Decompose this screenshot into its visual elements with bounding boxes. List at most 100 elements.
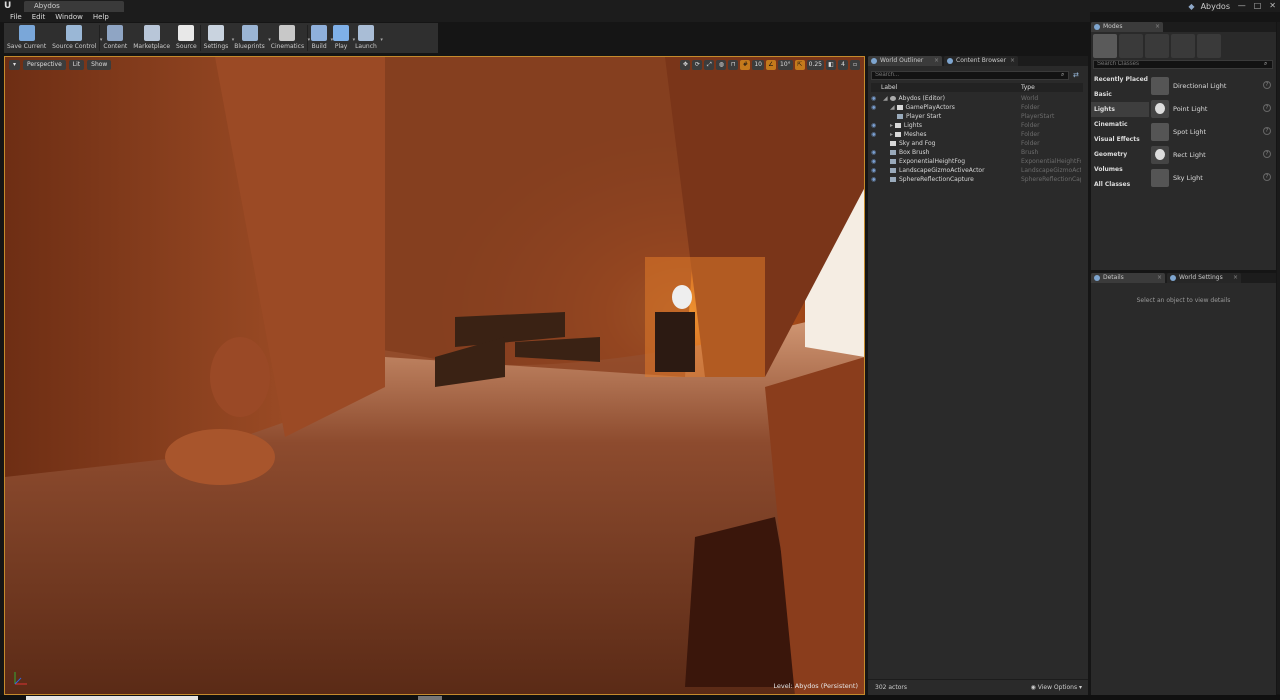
visibility-eye-icon[interactable] (871, 112, 879, 121)
chevron-down-icon[interactable]: ▾ (380, 37, 383, 43)
scale-snap-value[interactable]: 0.25 (806, 60, 824, 70)
level-tab[interactable]: Abydos (24, 1, 124, 12)
world-local-icon[interactable]: ◍ (716, 60, 727, 70)
source-control-button[interactable]: Source Control ▾ (49, 23, 102, 53)
maximize-button[interactable]: □ (1254, 0, 1262, 12)
scale-snap-toggle[interactable]: ⇱ (794, 60, 805, 70)
surface-snap-icon[interactable]: ⊓ (728, 60, 739, 70)
cinematics-button[interactable]: Cinematics ▾ (268, 23, 310, 53)
visibility-eye-icon[interactable]: ◉ (871, 130, 879, 139)
geometry-mode-icon[interactable] (1197, 34, 1221, 58)
category-volumes[interactable]: Volumes (1091, 162, 1149, 177)
menu-file[interactable]: File (10, 12, 22, 22)
foliage-mode-icon[interactable] (1171, 34, 1195, 58)
visibility-eye-icon[interactable]: ◉ (871, 148, 879, 157)
outliner-settings-icon[interactable]: ⇄ (1073, 71, 1081, 80)
grid-snap-toggle[interactable]: # (740, 60, 751, 70)
tab-details[interactable]: Details × (1091, 273, 1165, 283)
visibility-eye-icon[interactable]: ◉ (871, 121, 879, 130)
visibility-eye-icon[interactable]: ◉ (871, 103, 879, 112)
marketplace-button[interactable]: Marketplace (130, 23, 173, 53)
source-button[interactable]: Source (173, 23, 200, 53)
camera-speed-value[interactable]: 4 (838, 60, 848, 70)
category-basic[interactable]: Basic (1091, 87, 1149, 102)
menu-edit[interactable]: Edit (32, 12, 46, 22)
paint-mode-icon[interactable] (1119, 34, 1143, 58)
visibility-eye-icon[interactable]: ◉ (871, 157, 879, 166)
view-options-button[interactable]: ◉ View Options ▾ (1031, 680, 1082, 696)
column-type[interactable]: Type (1021, 83, 1035, 92)
tab-world-settings[interactable]: World Settings × (1167, 273, 1241, 283)
show-button[interactable]: Show (87, 60, 112, 70)
visibility-eye-icon[interactable]: ◉ (871, 94, 879, 103)
place-mode-icon[interactable] (1093, 34, 1117, 58)
help-icon[interactable]: ? (1263, 127, 1271, 135)
place-item-directional-light[interactable]: Directional Light? (1151, 74, 1273, 97)
tree-expand-icon[interactable]: ◢ (883, 95, 890, 102)
perspective-button[interactable]: Perspective (23, 60, 66, 70)
outliner-row[interactable]: ◉ ▸ Lights Folder (871, 121, 1083, 130)
close-tab-icon[interactable]: × (1233, 273, 1238, 283)
outliner-row[interactable]: ◉ SphereReflectionCapture SphereReflection… (871, 175, 1083, 184)
level-viewport[interactable]: ▾ Perspective Lit Show ✥ ⟳ ⤢ ◍ ⊓ # 10 ∠ … (4, 56, 865, 695)
visibility-eye-icon[interactable]: ◉ (871, 166, 879, 175)
column-label[interactable]: Label (871, 83, 1021, 92)
close-tab-icon[interactable]: × (1157, 273, 1162, 283)
viewport-menu-button[interactable]: ▾ (9, 60, 21, 70)
build-button[interactable]: Build ▾ (308, 23, 333, 53)
help-icon[interactable]: ? (1263, 104, 1271, 112)
outliner-row[interactable]: ◉ ▸ Meshes Folder (871, 130, 1083, 139)
outliner-row[interactable]: ◉ ExponentialHeightFog ExponentialHeightFo… (871, 157, 1083, 166)
category-recently-placed[interactable]: Recently Placed (1091, 72, 1149, 87)
scale-icon[interactable]: ⤢ (704, 60, 715, 70)
maximize-viewport-icon[interactable]: ▫ (850, 60, 860, 70)
camera-speed-icon[interactable]: ◧ (826, 60, 836, 70)
settings-button[interactable]: Settings ▾ (201, 23, 234, 53)
lit-button[interactable]: Lit (68, 60, 85, 70)
visibility-eye-icon[interactable] (871, 139, 879, 148)
tab-world-outliner[interactable]: World Outliner × (868, 56, 942, 66)
rotate-icon[interactable]: ⟳ (692, 60, 703, 70)
outliner-row[interactable]: ◉ Box Brush Brush (871, 148, 1083, 157)
category-visual-effects[interactable]: Visual Effects (1091, 132, 1149, 147)
landscape-mode-icon[interactable] (1145, 34, 1169, 58)
help-icon[interactable]: ? (1263, 150, 1271, 158)
category-cinematic[interactable]: Cinematic (1091, 117, 1149, 132)
close-tab-icon[interactable]: × (1010, 56, 1015, 66)
minimize-button[interactable]: — (1238, 0, 1246, 12)
content-button[interactable]: Content (100, 23, 130, 53)
launch-button[interactable]: Launch ▾ (352, 23, 383, 53)
outliner-row[interactable]: ◉ ◢ Abydos (Editor) World (871, 94, 1083, 103)
outliner-row[interactable]: Sky and Fog Folder (871, 139, 1083, 148)
blueprints-button[interactable]: Blueprints ▾ (231, 23, 271, 53)
outliner-row[interactable]: Player Start PlayerStart (871, 112, 1083, 121)
category-all-classes[interactable]: All Classes (1091, 177, 1149, 192)
place-item-sky-light[interactable]: Sky Light? (1151, 166, 1273, 189)
help-icon[interactable]: ? (1263, 81, 1271, 89)
menu-window[interactable]: Window (55, 12, 83, 22)
rotation-snap-value[interactable]: 10° (778, 60, 793, 70)
outliner-search-input[interactable] (871, 71, 1069, 80)
grid-snap-value[interactable]: 10 (752, 60, 764, 70)
axis-gizmo-icon (14, 672, 27, 685)
tab-modes[interactable]: Modes × (1091, 22, 1163, 32)
translate-icon[interactable]: ✥ (680, 60, 691, 70)
outliner-row[interactable]: ◉ ◢ GamePlayActors Folder (871, 103, 1083, 112)
visibility-eye-icon[interactable]: ◉ (871, 175, 879, 184)
play-button[interactable]: Play ▾ (330, 23, 355, 53)
tab-content-browser[interactable]: Content Browser × (944, 56, 1018, 66)
place-item-rect-light[interactable]: Rect Light? (1151, 143, 1273, 166)
close-tab-icon[interactable]: × (1155, 22, 1160, 32)
menu-help[interactable]: Help (93, 12, 109, 22)
help-icon[interactable]: ? (1263, 173, 1271, 181)
category-geometry[interactable]: Geometry (1091, 147, 1149, 162)
close-button[interactable]: ✕ (1269, 0, 1276, 12)
rotation-snap-toggle[interactable]: ∠ (766, 60, 776, 70)
save-current-button[interactable]: Save Current (4, 23, 49, 53)
close-tab-icon[interactable]: × (934, 56, 939, 66)
place-item-point-light[interactable]: Point Light? (1151, 97, 1273, 120)
place-item-spot-light[interactable]: Spot Light? (1151, 120, 1273, 143)
category-lights[interactable]: Lights (1091, 102, 1149, 117)
outliner-row[interactable]: ◉ LandscapeGizmoActiveActor LandscapeGizmo… (871, 166, 1083, 175)
classes-search-input[interactable] (1093, 60, 1273, 69)
